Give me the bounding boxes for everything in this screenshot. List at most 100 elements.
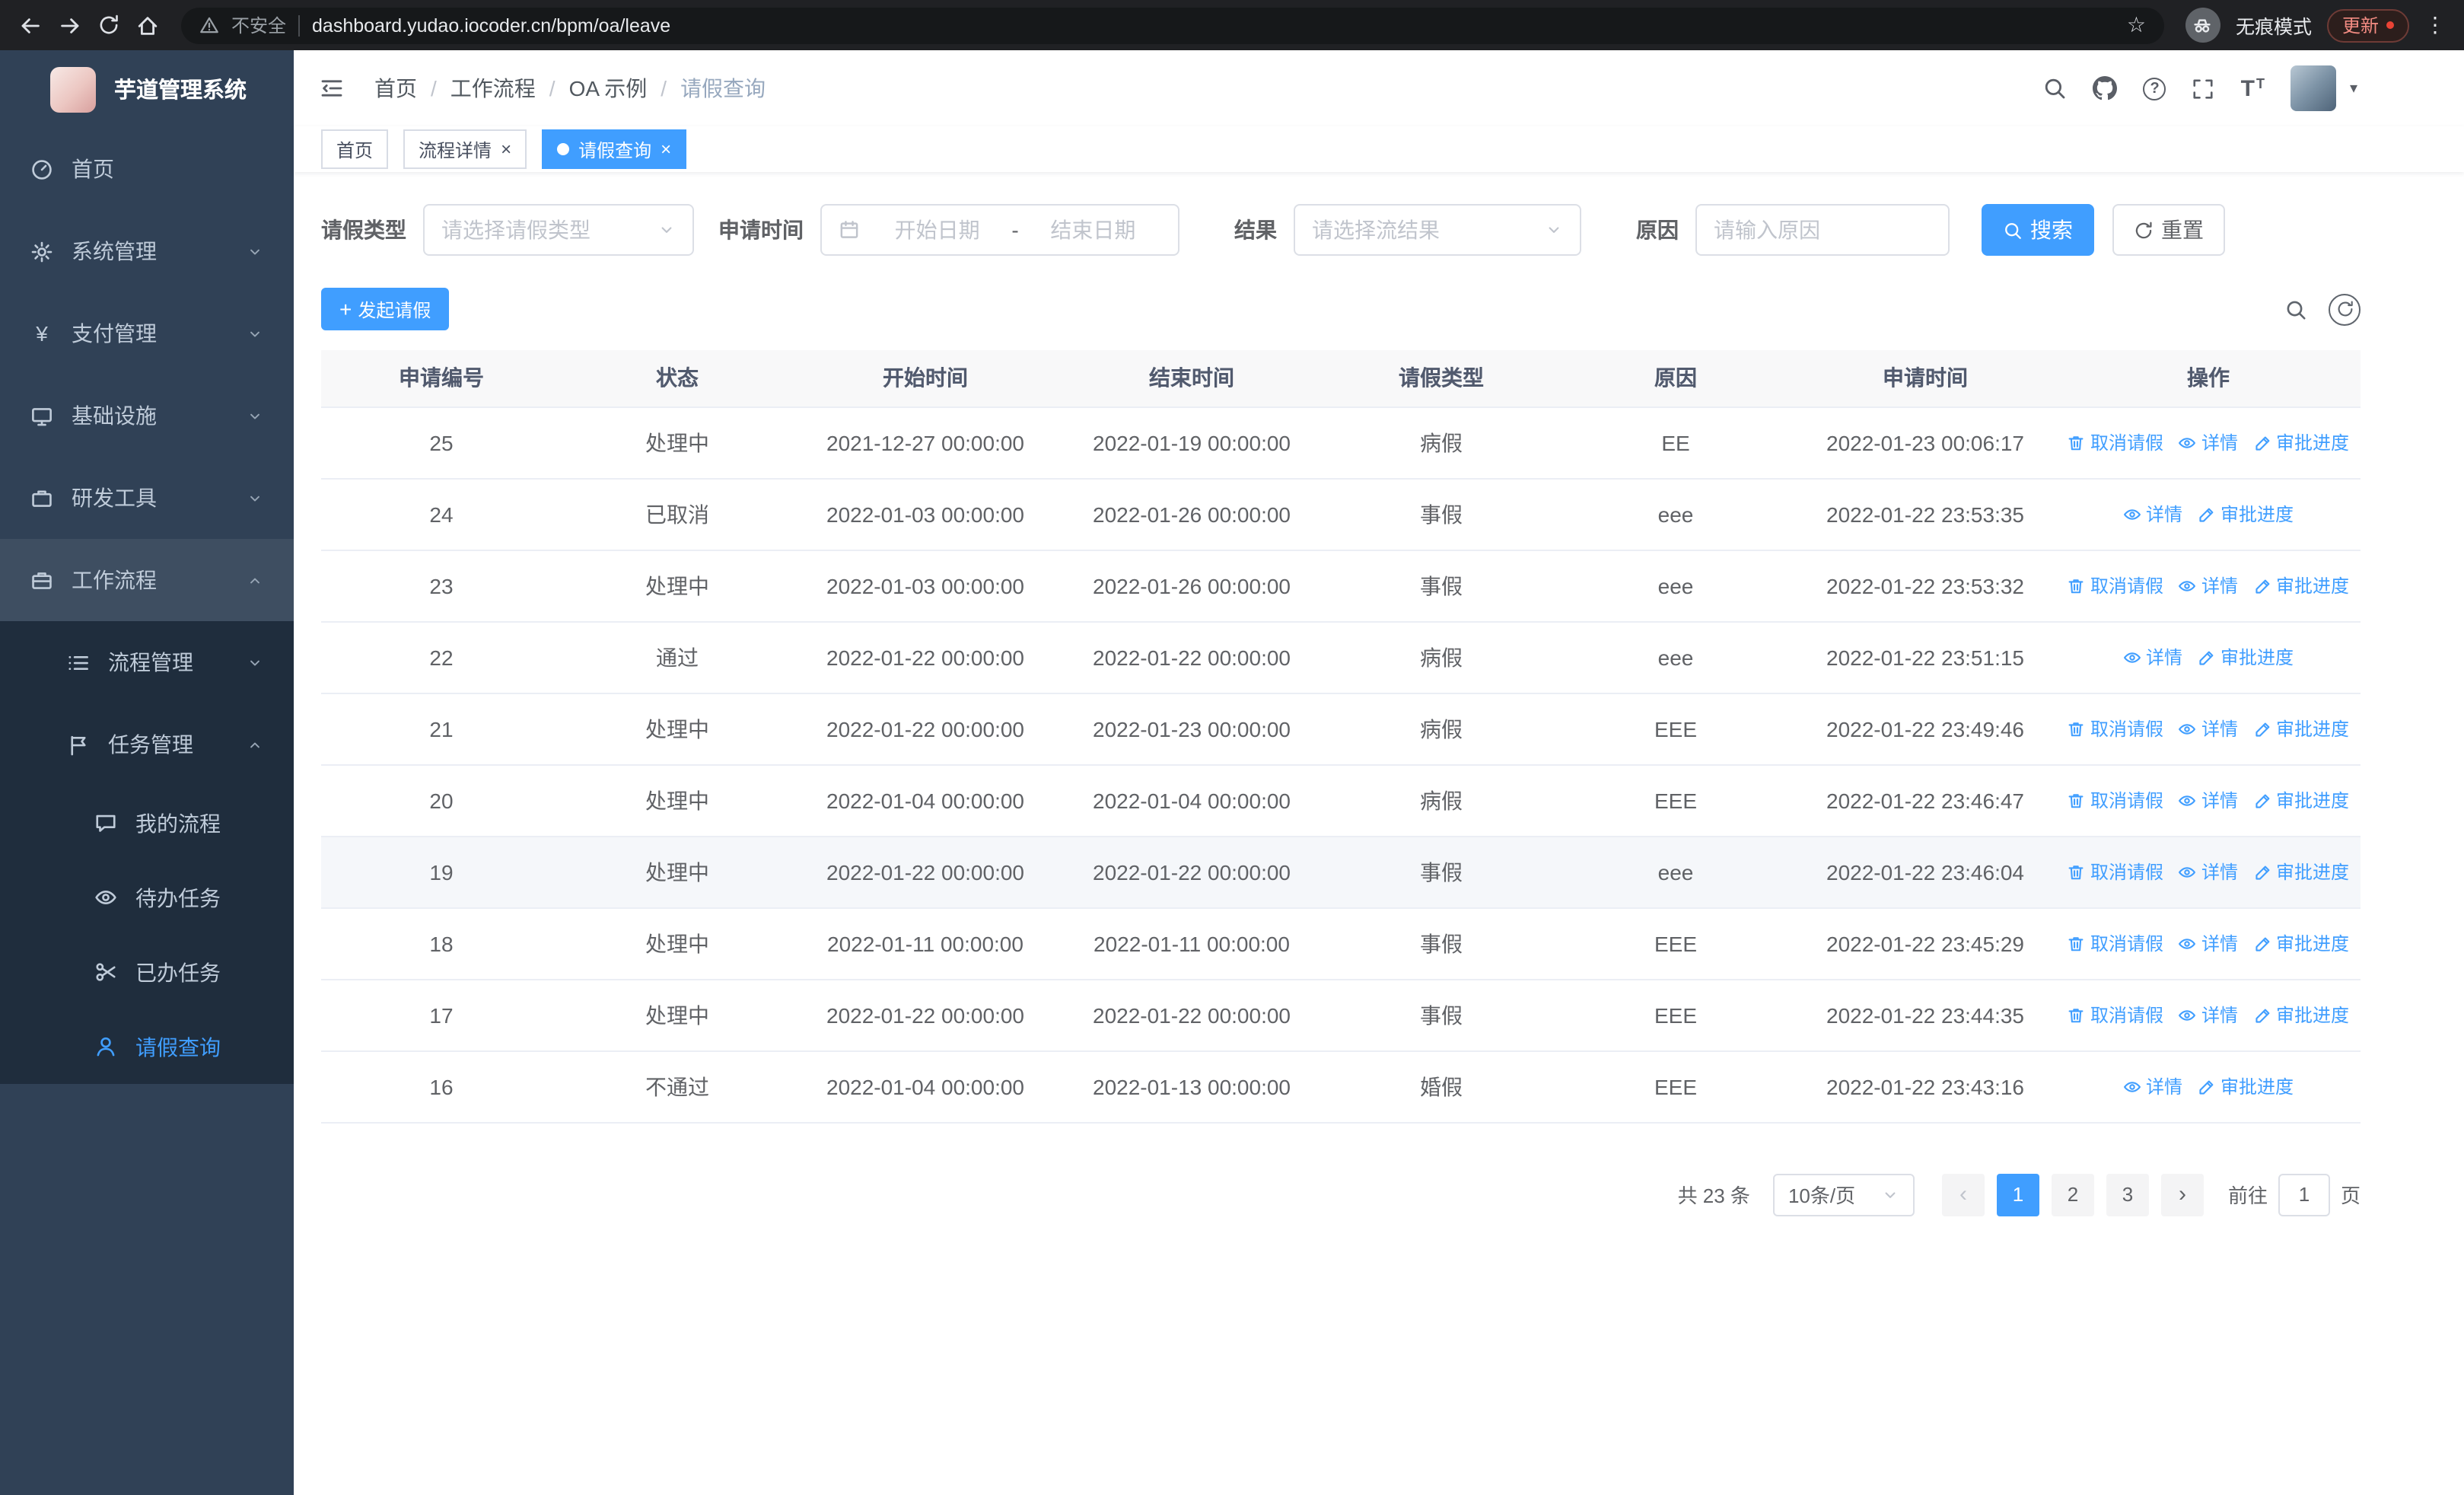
chat-icon [94,811,117,834]
sidebar-item-home[interactable]: 首页 [0,128,294,210]
sidebar-item-payment[interactable]: ¥ 支付管理 [0,292,294,375]
browser-home-icon[interactable] [135,13,160,37]
cancel-link[interactable]: 取消请假 [2068,716,2163,741]
cell-start: 2021-12-27 00:00:00 [793,406,1058,479]
cell-start: 2022-01-22 00:00:00 [793,693,1058,765]
view-icon [2179,791,2197,809]
cancel-link[interactable]: 取消请假 [2068,930,2163,956]
progress-link[interactable]: 审批进度 [2253,930,2349,956]
avatar-caret-icon[interactable]: ▾ [2350,80,2357,97]
column-header: 操作 [2056,350,2361,407]
detail-link[interactable]: 详情 [2179,930,2238,956]
tab-process-detail[interactable]: 流程详情 × [403,129,527,169]
view-icon [2123,648,2141,666]
breadcrumb-item[interactable]: OA 示例 [569,73,648,104]
close-icon[interactable]: × [661,140,671,158]
detail-link[interactable]: 详情 [2179,572,2238,598]
progress-link[interactable]: 审批进度 [2253,1002,2349,1028]
apply-time-label: 申请时间 [718,218,804,242]
cell-id: 20 [321,764,562,837]
search-button[interactable]: 搜索 [1982,204,2094,256]
breadcrumb-item[interactable]: 工作流程 [450,73,536,104]
tab-leave-query[interactable]: 请假查询 × [542,129,687,169]
reason-input[interactable] [1695,204,1950,256]
sidebar-item-leave-query[interactable]: 请假查询 [0,1009,294,1084]
update-button[interactable]: 更新 [2326,8,2409,42]
prev-page-button[interactable]: ‹ [1941,1173,1985,1216]
close-icon[interactable]: × [501,140,511,158]
font-size-icon[interactable]: TT [2241,76,2265,100]
sidebar-item-todo-task[interactable]: 待办任务 [0,860,294,935]
cell-actions: 详情 审批进度 [2056,621,2361,693]
fullscreen-icon[interactable] [2192,77,2215,100]
table-refresh-button[interactable] [2329,293,2361,325]
github-icon[interactable] [2093,76,2118,100]
column-header: 申请编号 [321,350,562,407]
progress-link[interactable]: 审批进度 [2198,1073,2294,1099]
table-search-icon[interactable] [2284,298,2307,320]
sidebar-item-label: 任务管理 [108,732,193,757]
detail-link[interactable]: 详情 [2179,429,2238,455]
progress-link[interactable]: 审批进度 [2253,716,2349,741]
create-leave-button[interactable]: + 发起请假 [321,288,450,330]
tab-home[interactable]: 首页 [321,129,389,169]
cell-applied: 2022-01-22 23:51:15 [1794,621,2056,693]
page-button-1[interactable]: 1 [1996,1173,2039,1216]
detail-link[interactable]: 详情 [2123,644,2182,670]
main-area: 首页 / 工作流程 / OA 示例 / 请假查询 ? TT ▾ 首页 流程详情 × 请假查询 × 请… [294,50,2464,1495]
spy-icon [2192,14,2214,36]
progress-link[interactable]: 审批进度 [2198,644,2294,670]
cell-end: 2022-01-04 00:00:00 [1058,764,1326,837]
next-page-button[interactable]: › [2160,1173,2204,1216]
apply-time-range-picker[interactable]: 开始日期 - 结束日期 [820,204,1179,256]
page-unit-label: 页 [2340,1184,2361,1207]
detail-link[interactable]: 详情 [2179,1002,2238,1028]
page-size-select[interactable]: 10条/页 [1772,1173,1915,1216]
edit-icon [2253,1006,2271,1024]
cancel-link[interactable]: 取消请假 [2068,429,2163,455]
leave-type-label: 请假类型 [321,218,406,242]
cell-status: 处理中 [562,406,793,479]
back-icon[interactable] [18,13,43,37]
reset-button[interactable]: 重置 [2112,204,2225,256]
detail-link[interactable]: 详情 [2123,1073,2182,1099]
leave-type-select[interactable]: 请选择请假类型 [423,204,694,256]
sidebar-item-my-process[interactable]: 我的流程 [0,786,294,860]
forward-icon[interactable] [58,13,82,37]
cancel-link[interactable]: 取消请假 [2068,572,2163,598]
detail-link[interactable]: 详情 [2123,501,2182,527]
bookmark-star-icon[interactable]: ☆ [2127,12,2146,38]
sidebar-item-task-mgmt[interactable]: 任务管理 [0,703,294,786]
cancel-link[interactable]: 取消请假 [2068,787,2163,813]
cancel-link[interactable]: 取消请假 [2068,859,2163,885]
progress-link[interactable]: 审批进度 [2253,787,2349,813]
cancel-link[interactable]: 取消请假 [2068,1002,2163,1028]
sidebar-item-done-task[interactable]: 已办任务 [0,935,294,1009]
sidebar-collapse-icon[interactable] [320,76,344,100]
breadcrumb-item[interactable]: 首页 [374,73,417,104]
progress-link[interactable]: 审批进度 [2198,501,2294,527]
sidebar-item-infrastructure[interactable]: 基础设施 [0,375,294,457]
avatar[interactable] [2290,65,2336,111]
reload-icon[interactable] [97,14,120,37]
help-icon[interactable]: ? [2143,77,2166,100]
goto-page-input[interactable] [2278,1173,2330,1216]
progress-link[interactable]: 审批进度 [2253,572,2349,598]
address-bar[interactable]: 不安全 dashboard.yudao.iocoder.cn/bpm/oa/le… [181,7,2164,43]
page-button-3[interactable]: 3 [2106,1173,2149,1216]
progress-link[interactable]: 审批进度 [2253,429,2349,455]
detail-link[interactable]: 详情 [2179,716,2238,741]
delete-icon [2068,791,2086,809]
sidebar-item-system[interactable]: 系统管理 [0,210,294,292]
detail-link[interactable]: 详情 [2179,859,2238,885]
result-select[interactable]: 请选择流结果 [1294,204,1581,256]
chevron-down-icon [247,654,263,671]
progress-link[interactable]: 审批进度 [2253,859,2349,885]
sidebar-item-process-mgmt[interactable]: 流程管理 [0,621,294,703]
sidebar-item-devtools[interactable]: 研发工具 [0,457,294,539]
page-button-2[interactable]: 2 [2051,1173,2094,1216]
search-icon[interactable] [2043,76,2068,100]
sidebar-item-workflow[interactable]: 工作流程 [0,539,294,621]
browser-menu-icon[interactable]: ⋮ [2424,12,2446,38]
detail-link[interactable]: 详情 [2179,787,2238,813]
